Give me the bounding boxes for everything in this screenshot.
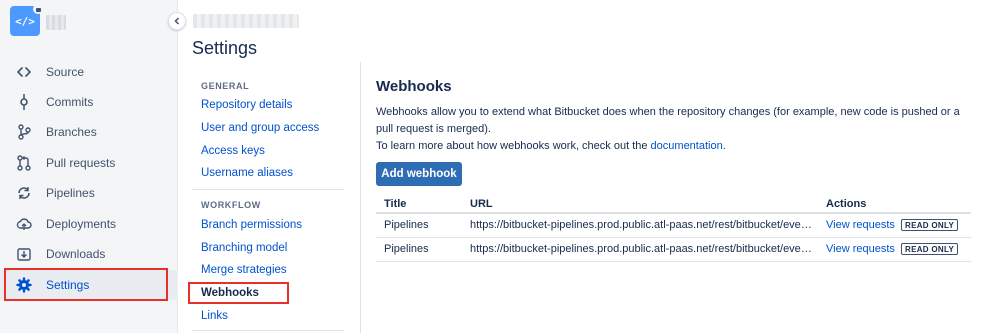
webhook-url: https://bitbucket-pipelines.prod.public.… bbox=[470, 219, 812, 231]
sidebar-item-source[interactable]: Source bbox=[0, 57, 178, 87]
settings-link-user-group-access[interactable]: User and group access bbox=[201, 122, 319, 134]
settings-link-merge-strategies[interactable]: Merge strategies bbox=[201, 264, 287, 276]
learn-more-text: To learn more about how webhooks work, c… bbox=[376, 140, 726, 152]
settings-link-webhooks[interactable]: Webhooks bbox=[201, 287, 259, 299]
sidebar-item-label: Source bbox=[46, 65, 85, 79]
section-divider bbox=[192, 189, 344, 190]
settings-link-repository-details[interactable]: Repository details bbox=[201, 99, 292, 111]
breadcrumb-redacted bbox=[193, 14, 299, 28]
table-row: Pipelines https://bitbucket-pipelines.pr… bbox=[376, 214, 971, 238]
sidebar-item-pull-requests[interactable]: Pull requests bbox=[0, 148, 178, 178]
sidebar-item-label: Branches bbox=[46, 125, 97, 139]
section-header-workflow: WORKFLOW bbox=[201, 200, 261, 210]
sidebar-item-downloads[interactable]: Downloads bbox=[0, 239, 178, 269]
branch-icon bbox=[16, 124, 32, 140]
webhook-title: Pipelines bbox=[384, 243, 429, 255]
webhooks-description: Webhooks allow you to extend what Bitbuc… bbox=[376, 106, 960, 135]
sidebar-item-label: Pull requests bbox=[46, 156, 116, 170]
section-divider bbox=[192, 330, 344, 331]
commit-icon bbox=[16, 94, 32, 110]
webhooks-title: Webhooks bbox=[376, 78, 452, 95]
sidebar-item-label: Downloads bbox=[46, 247, 106, 261]
column-header-title: Title bbox=[384, 198, 407, 210]
chevron-left-icon bbox=[174, 12, 180, 30]
sidebar-item-pipelines[interactable]: Pipelines bbox=[0, 178, 178, 208]
lock-icon bbox=[33, 4, 43, 14]
add-webhook-button[interactable]: Add webhook bbox=[376, 162, 462, 186]
sidebar-item-branches[interactable]: Branches bbox=[0, 117, 178, 147]
sidebar-item-settings[interactable]: Settings bbox=[0, 270, 178, 300]
sidebar-item-commits[interactable]: Commits bbox=[0, 87, 178, 117]
pull-request-icon bbox=[16, 155, 32, 171]
sidebar-item-label: Commits bbox=[46, 95, 94, 109]
column-divider bbox=[360, 62, 361, 333]
sidebar-item-label: Pipelines bbox=[46, 186, 95, 200]
settings-link-username-aliases[interactable]: Username aliases bbox=[201, 167, 293, 179]
download-icon bbox=[16, 246, 32, 262]
settings-link-branching-model[interactable]: Branching model bbox=[201, 242, 287, 254]
table-row: Pipelines https://bitbucket-pipelines.pr… bbox=[376, 238, 971, 262]
column-header-url: URL bbox=[470, 198, 493, 210]
settings-link-links[interactable]: Links bbox=[201, 310, 228, 322]
learn-more-suffix: . bbox=[722, 140, 726, 152]
webhook-url: https://bitbucket-pipelines.prod.public.… bbox=[470, 243, 812, 255]
column-header-actions: Actions bbox=[826, 198, 867, 210]
read-only-badge: READ ONLY bbox=[901, 243, 959, 255]
project-sidebar: </> Source Commits Branches Pull request… bbox=[0, 0, 178, 333]
learn-more-prefix: To learn more about how webhooks work, c… bbox=[376, 140, 651, 152]
page-title: Settings bbox=[192, 38, 258, 58]
repository-name-redacted bbox=[46, 15, 66, 30]
collapse-sidebar-button[interactable] bbox=[168, 12, 186, 30]
table-header-row: Title URL Actions bbox=[376, 196, 971, 214]
gear-icon bbox=[16, 277, 32, 293]
section-header-general: GENERAL bbox=[201, 81, 250, 91]
code-icon bbox=[16, 64, 32, 80]
webhook-title: Pipelines bbox=[384, 219, 429, 231]
read-only-badge: READ ONLY bbox=[901, 219, 959, 231]
sidebar-item-label: Deployments bbox=[46, 217, 117, 231]
sidebar-item-deployments[interactable]: Deployments bbox=[0, 209, 178, 239]
settings-link-access-keys[interactable]: Access keys bbox=[201, 145, 265, 157]
cloud-icon bbox=[16, 216, 32, 232]
sidebar-item-label: Settings bbox=[46, 278, 90, 292]
pipelines-icon bbox=[16, 185, 32, 201]
documentation-link[interactable]: documentation bbox=[651, 140, 723, 152]
settings-link-branch-permissions[interactable]: Branch permissions bbox=[201, 219, 302, 231]
